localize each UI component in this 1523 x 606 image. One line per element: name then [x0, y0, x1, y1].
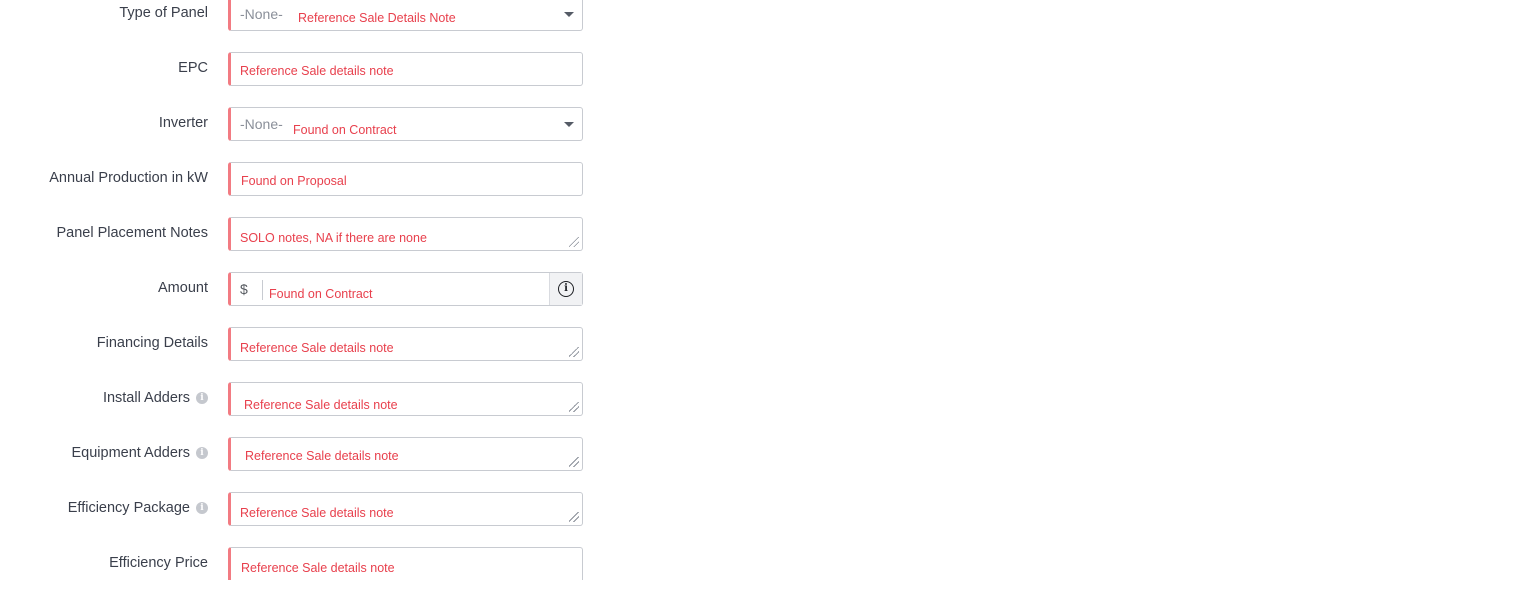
epc-input[interactable]: Reference Sale details note: [228, 52, 583, 86]
chevron-down-icon: [564, 12, 574, 17]
resize-handle-icon[interactable]: [569, 237, 579, 247]
field-label: Efficiency Price: [109, 555, 208, 571]
field-label: Efficiency Package i: [68, 500, 208, 516]
resize-handle-icon[interactable]: [569, 512, 579, 522]
annual-production-input[interactable]: Found on Proposal: [228, 162, 583, 196]
help-icon[interactable]: i: [196, 447, 208, 459]
annotation-note: Reference Sale details note: [240, 64, 394, 78]
financing-details-textarea[interactable]: Reference Sale details note: [228, 327, 583, 361]
efficiency-price-input[interactable]: Reference Sale details note: [228, 547, 583, 580]
form-row-install-adders: Install Adders i Reference Sale details n…: [0, 382, 620, 416]
annotation-note: Reference Sale details note: [240, 506, 394, 520]
equipment-adders-textarea[interactable]: Reference Sale details note: [228, 437, 583, 471]
select-placeholder: -None-: [240, 6, 283, 22]
field-label: Financing Details: [96, 335, 208, 351]
field-label: Equipment Adders i: [72, 445, 208, 461]
help-icon[interactable]: i: [196, 392, 208, 404]
select-placeholder: -None-: [240, 116, 283, 132]
help-icon[interactable]: i: [196, 502, 208, 514]
annotation-note: Found on Proposal: [241, 174, 347, 188]
resize-handle-icon[interactable]: [569, 457, 579, 467]
form-row-efficiency-price: Efficiency Price Reference Sale details …: [0, 547, 620, 581]
form-row-epc: EPC Reference Sale details note: [0, 52, 620, 86]
resize-handle-icon[interactable]: [569, 402, 579, 412]
inverter-select[interactable]: -None- Found on Contract: [228, 107, 583, 141]
currency-symbol: $: [240, 281, 248, 297]
info-icon: i: [558, 281, 574, 297]
field-label: Type of Panel: [119, 5, 208, 21]
field-label: Panel Placement Notes: [56, 225, 208, 241]
annotation-note: Reference Sale details note: [240, 341, 394, 355]
field-label: Amount: [158, 280, 208, 296]
annotation-note: Reference Sale details note: [244, 398, 398, 412]
amount-info-button[interactable]: i: [549, 273, 582, 305]
form-row-equipment-adders: Equipment Adders i Reference Sale details…: [0, 437, 620, 471]
form-row-annual-production: Annual Production in kW Found on Proposa…: [0, 162, 620, 196]
field-label: Inverter: [158, 115, 208, 131]
annotation-note: Found on Contract: [269, 287, 373, 301]
panel-placement-notes-textarea[interactable]: SOLO notes, NA if there are none: [228, 217, 583, 251]
annotation-note: Reference Sale details note: [241, 561, 395, 575]
field-label: EPC: [178, 60, 208, 76]
form-row-amount: Amount $ Found on Contract i: [0, 272, 620, 306]
annotation-note: Reference Sale details note: [245, 449, 399, 463]
form-row-financing-details: Financing Details Reference Sale details…: [0, 327, 620, 361]
annotation-note: Found on Contract: [293, 123, 397, 137]
efficiency-package-textarea[interactable]: Reference Sale details note: [228, 492, 583, 526]
amount-input[interactable]: $ Found on Contract i: [228, 272, 583, 306]
annotation-note: Reference Sale Details Note: [298, 11, 456, 25]
type-of-panel-select[interactable]: -None- Reference Sale Details Note: [228, 0, 583, 31]
field-label: Annual Production in kW: [49, 170, 208, 186]
form-row-inverter: Inverter -None- Found on Contract: [0, 107, 620, 141]
divider: [262, 280, 263, 300]
install-adders-textarea[interactable]: Reference Sale details note: [228, 382, 583, 416]
form-row-type-of-panel: Type of Panel -None- Reference Sale Deta…: [0, 0, 620, 31]
annotation-note: SOLO notes, NA if there are none: [240, 231, 427, 245]
form-row-efficiency-package: Efficiency Package i Reference Sale detai…: [0, 492, 620, 526]
chevron-down-icon: [564, 122, 574, 127]
form-row-panel-placement-notes: Panel Placement Notes SOLO notes, NA if …: [0, 217, 620, 251]
field-label: Install Adders i: [103, 390, 208, 406]
resize-handle-icon[interactable]: [569, 347, 579, 357]
